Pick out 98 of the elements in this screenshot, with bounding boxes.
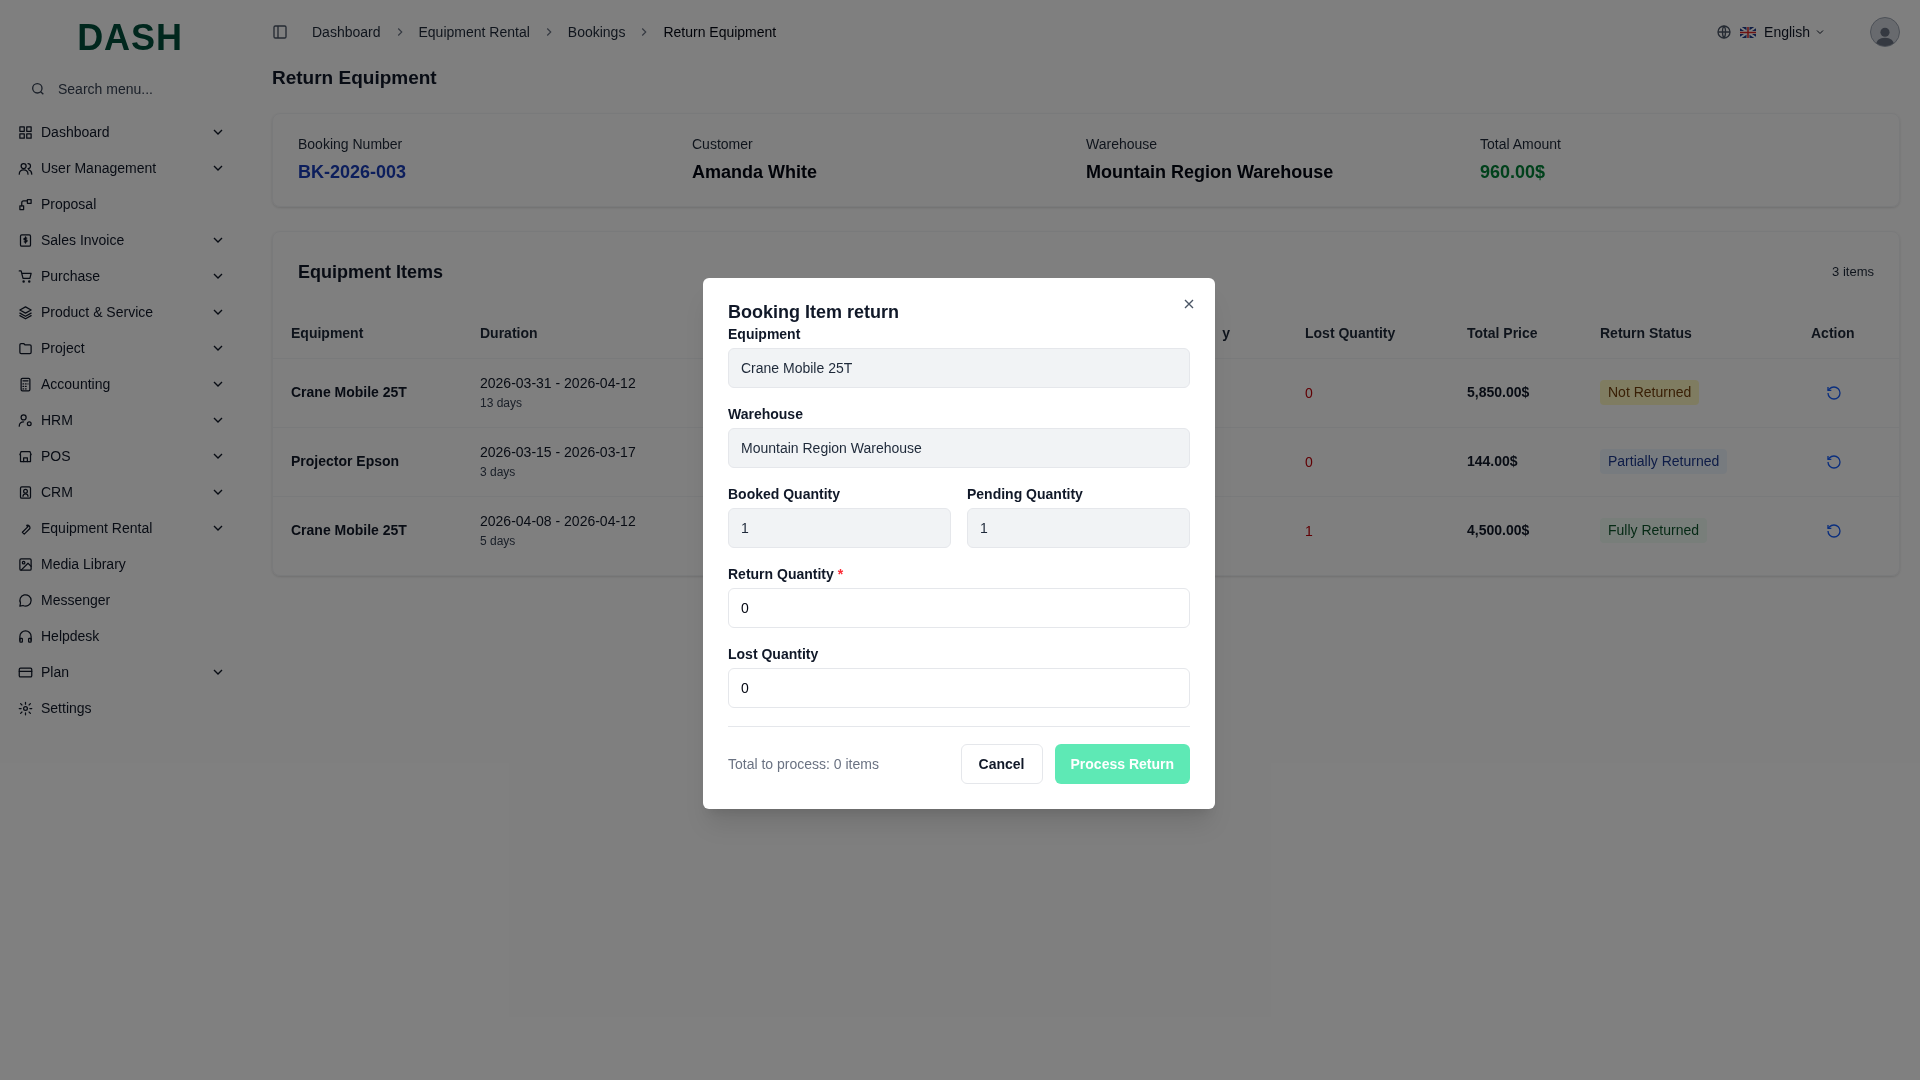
contact-card-icon xyxy=(18,484,33,500)
table-cell: 0 xyxy=(1305,453,1313,470)
summary-label: Booking Number xyxy=(298,134,404,154)
chat-bubble-icon xyxy=(18,592,33,608)
breadcrumb-link[interactable]: Equipment Rental xyxy=(418,21,530,43)
summary-value: Mountain Region Warehouse xyxy=(1086,160,1335,184)
summary-value[interactable]: BK-2026-003 xyxy=(298,158,692,186)
table-cell-text: 144.00$ xyxy=(1467,452,1519,471)
search-icon xyxy=(30,81,46,97)
sidebar-item[interactable]: User Management xyxy=(16,150,234,186)
sidebar-item[interactable]: Media Library xyxy=(16,546,234,582)
table-cell-text: 13 days xyxy=(480,395,523,412)
field-label: Equipment xyxy=(728,325,802,344)
field-label: Return Quantity * xyxy=(728,565,845,584)
status-badge: Fully Returned xyxy=(1600,518,1708,543)
section-title: Equipment Items xyxy=(298,260,444,284)
calculator-icon xyxy=(18,376,33,392)
total-text: Total to process: 0 items xyxy=(728,754,880,774)
column-header: Duration xyxy=(480,324,538,341)
column-header: Return Status xyxy=(1600,324,1692,341)
table-cell-text: 5 days xyxy=(480,533,516,550)
sidebar-item[interactable]: Accounting xyxy=(16,366,234,402)
summary-label: Warehouse xyxy=(1086,134,1159,154)
breadcrumb-link[interactable]: Bookings xyxy=(567,21,626,43)
field-label: Lost Quantity xyxy=(728,645,820,664)
status-badge: Partially Returned xyxy=(1600,449,1728,474)
language-selector[interactable]: English xyxy=(1764,21,1826,43)
summary-value: Amanda White xyxy=(692,160,818,184)
field-label: Booked Quantity xyxy=(728,485,841,504)
globe-icon xyxy=(1716,24,1733,40)
table-cell-text: 2026-03-31 - 2026-04-12 xyxy=(480,374,636,393)
users-icon xyxy=(18,160,33,176)
sidebar-item[interactable]: Product & Service xyxy=(16,294,234,330)
item-count: 3 items xyxy=(1832,263,1874,282)
credit-card-icon xyxy=(18,664,33,680)
table-cell-text: Crane Mobile 25T xyxy=(291,383,408,402)
field-label: Pending Quantity xyxy=(967,485,1084,504)
sidebar-item[interactable]: Messenger xyxy=(16,582,234,618)
sidebar-item[interactable]: Proposal xyxy=(16,186,234,222)
page-title: Return Equipment xyxy=(272,66,438,90)
summary-value: 960.00$ xyxy=(1480,160,1547,184)
column-header: y xyxy=(1222,324,1230,341)
sidebar-item[interactable]: Plan xyxy=(16,654,234,690)
table-cell-text: Projector Epson xyxy=(291,452,401,471)
table-cell-text: Crane Mobile 25T xyxy=(291,521,408,540)
sidebar-toggle-icon[interactable] xyxy=(272,24,288,40)
sidebar-item[interactable]: Purchase xyxy=(16,258,234,294)
image-icon xyxy=(18,556,33,572)
sidebar-item[interactable]: CRM xyxy=(16,474,234,510)
input-field[interactable]: Mountain Region Warehouse xyxy=(728,428,1190,468)
breadcrumb-current: Return Equipment xyxy=(663,22,777,42)
sidebar-item[interactable]: Sales Invoice xyxy=(16,222,234,258)
store-icon xyxy=(18,448,33,464)
column-header: Total Price xyxy=(1467,324,1538,341)
return-icon[interactable] xyxy=(1826,522,1842,539)
grid-icon xyxy=(18,124,33,140)
flag-icon xyxy=(1740,26,1757,38)
input-field[interactable]: 1 xyxy=(967,508,1190,548)
status-badge: Not Returned xyxy=(1600,380,1700,405)
field-label: Warehouse xyxy=(728,405,804,424)
table-cell-text: 2026-03-15 - 2026-03-17 xyxy=(480,443,636,462)
column-header: Lost Quantity xyxy=(1305,324,1396,341)
dialog-title: Booking Item return xyxy=(728,301,900,324)
required-mark: * xyxy=(837,566,844,582)
sidebar-item[interactable]: POS xyxy=(16,438,234,474)
return-icon[interactable] xyxy=(1826,453,1842,470)
table-cell-text: 3 days xyxy=(480,464,516,481)
column-header: Action xyxy=(1811,324,1855,341)
headphones-icon xyxy=(18,628,33,644)
input-field[interactable]: 0 xyxy=(728,668,1190,708)
cart-icon xyxy=(18,268,33,284)
summary-label: Customer xyxy=(692,134,754,154)
sidebar-item[interactable]: Settings xyxy=(16,690,234,726)
layers-icon xyxy=(18,304,33,320)
sidebar-item[interactable]: Helpdesk xyxy=(16,618,234,654)
return-icon[interactable] xyxy=(1826,384,1842,401)
sidebar-item[interactable]: HRM xyxy=(16,402,234,438)
table-cell-text: 2026-04-08 - 2026-04-12 xyxy=(480,512,636,531)
table-cell: 1 xyxy=(1305,522,1313,539)
table-cell-text: 5,850.00$ xyxy=(1467,383,1531,402)
sidebar-item[interactable]: Dashboard xyxy=(16,114,234,150)
table-cell-text: 4,500.00$ xyxy=(1467,521,1531,540)
nodes-icon xyxy=(18,196,33,212)
search-field[interactable]: Search menu... xyxy=(58,79,208,99)
avatar[interactable] xyxy=(1870,17,1900,47)
logo: DASH xyxy=(77,20,183,56)
column-header: Equipment xyxy=(291,324,364,341)
breadcrumb-link[interactable]: Dashboard xyxy=(312,21,381,43)
sidebar-item[interactable]: Equipment Rental xyxy=(16,510,234,546)
folder-icon xyxy=(18,340,33,356)
table-cell: 0 xyxy=(1305,384,1313,401)
input-field[interactable]: 1 xyxy=(728,508,951,548)
summary-label: Total Amount xyxy=(1480,134,1562,154)
sidebar-item[interactable]: Project xyxy=(16,330,234,366)
cancel-button[interactable]: Cancel xyxy=(960,744,1043,784)
input-field[interactable]: 0 xyxy=(728,588,1190,628)
input-field[interactable]: Crane Mobile 25T xyxy=(728,348,1190,388)
user-gear-icon xyxy=(18,412,33,428)
